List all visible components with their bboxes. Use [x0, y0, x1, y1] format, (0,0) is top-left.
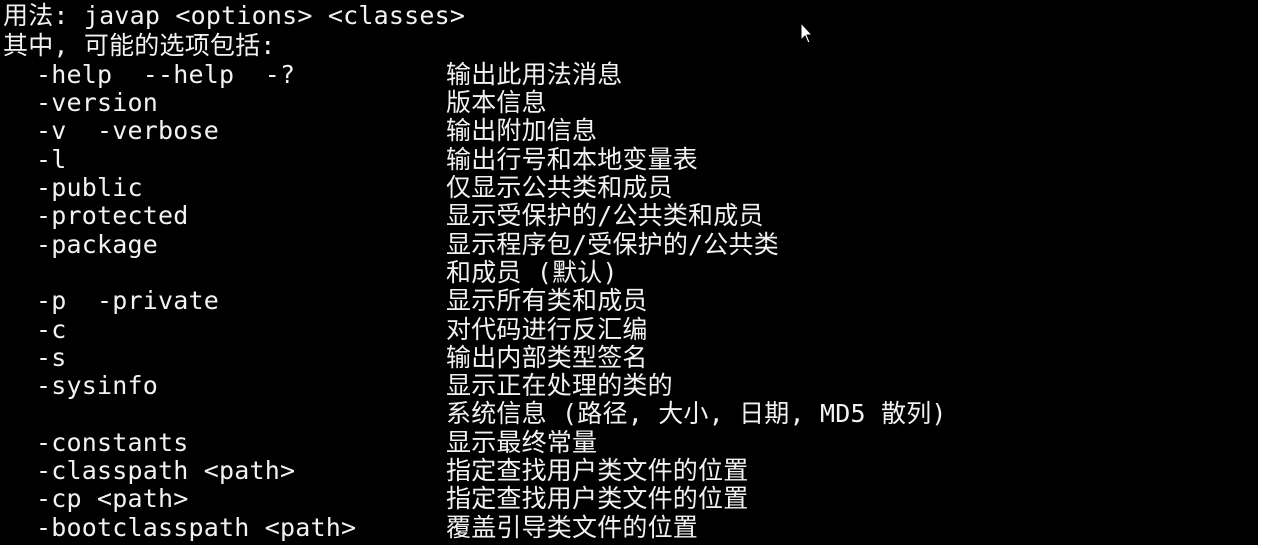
option-row: -s 输出内部类型签名 [0, 344, 647, 372]
option-flag: -sysinfo [36, 371, 159, 400]
option-flag: -help --help -? [36, 60, 296, 89]
options-header: 其中, 可能的选项包括: [3, 31, 276, 60]
option-description: 对代码进行反汇编 [446, 315, 648, 344]
option-description: 和成员 (默认) [446, 258, 618, 287]
option-row: -constants 显示最终常量 [0, 429, 597, 457]
option-flag: -version [36, 88, 159, 117]
usage-line: 用法: javap <options> <classes> [3, 1, 466, 30]
mouse-pointer-icon [800, 22, 814, 44]
option-row: -help --help -? 输出此用法消息 [0, 61, 622, 89]
option-row: -package 显示程序包/受保护的/公共类 [0, 231, 779, 259]
option-description: 覆盖引导类文件的位置 [446, 513, 699, 542]
option-row: -classpath <path> 指定查找用户类文件的位置 [0, 457, 748, 485]
option-row: -l 输出行号和本地变量表 [0, 146, 698, 174]
option-row: -public 仅显示公共类和成员 [0, 174, 673, 202]
option-description: 系统信息 (路径, 大小, 日期, MD5 散列) [446, 399, 947, 428]
option-flag: -classpath <path> [36, 456, 296, 485]
option-description: 显示正在处理的类的 [446, 371, 673, 400]
option-flag: -c [36, 315, 67, 344]
option-flag: -constants [36, 428, 189, 457]
option-description: 指定查找用户类文件的位置 [446, 456, 749, 485]
terminal-window[interactable]: 用法: javap <options> <classes> 其中, 可能的选项包… [0, 0, 1262, 545]
option-row: -protected 显示受保护的/公共类和成员 [0, 202, 763, 230]
option-flag: -p -private [36, 286, 220, 315]
option-description: 仅显示公共类和成员 [446, 173, 673, 202]
option-flag: -protected [36, 201, 189, 230]
option-flag: -v -verbose [36, 116, 220, 145]
option-row: -bootclasspath <path> 覆盖引导类文件的位置 [0, 514, 698, 542]
option-row: 系统信息 (路径, 大小, 日期, MD5 散列) [0, 400, 946, 428]
option-description: 输出内部类型签名 [446, 343, 648, 372]
option-row: -cp <path> 指定查找用户类文件的位置 [0, 485, 748, 513]
option-description: 指定查找用户类文件的位置 [446, 484, 749, 513]
option-row: -p -private 显示所有类和成员 [0, 287, 647, 315]
option-flag: -bootclasspath <path> [36, 513, 357, 542]
option-description: 输出附加信息 [446, 116, 598, 145]
option-description: 显示受保护的/公共类和成员 [446, 201, 764, 230]
option-row: 和成员 (默认) [0, 259, 618, 287]
option-description: 显示所有类和成员 [446, 286, 648, 315]
option-row: -version 版本信息 [0, 89, 547, 117]
option-flag: -package [36, 230, 159, 259]
option-flag: -l [36, 145, 67, 174]
option-description: 显示程序包/受保护的/公共类 [446, 230, 779, 259]
option-row: -c 对代码进行反汇编 [0, 316, 647, 344]
option-description: 输出此用法消息 [446, 60, 623, 89]
option-flag: -cp <path> [36, 484, 189, 513]
option-flag: -s [36, 343, 67, 372]
option-description: 版本信息 [446, 88, 547, 117]
option-description: 显示最终常量 [446, 428, 598, 457]
option-row: -sysinfo 显示正在处理的类的 [0, 372, 673, 400]
option-flag: -public [36, 173, 143, 202]
option-row: -v -verbose 输出附加信息 [0, 117, 597, 145]
option-description: 输出行号和本地变量表 [446, 145, 699, 174]
